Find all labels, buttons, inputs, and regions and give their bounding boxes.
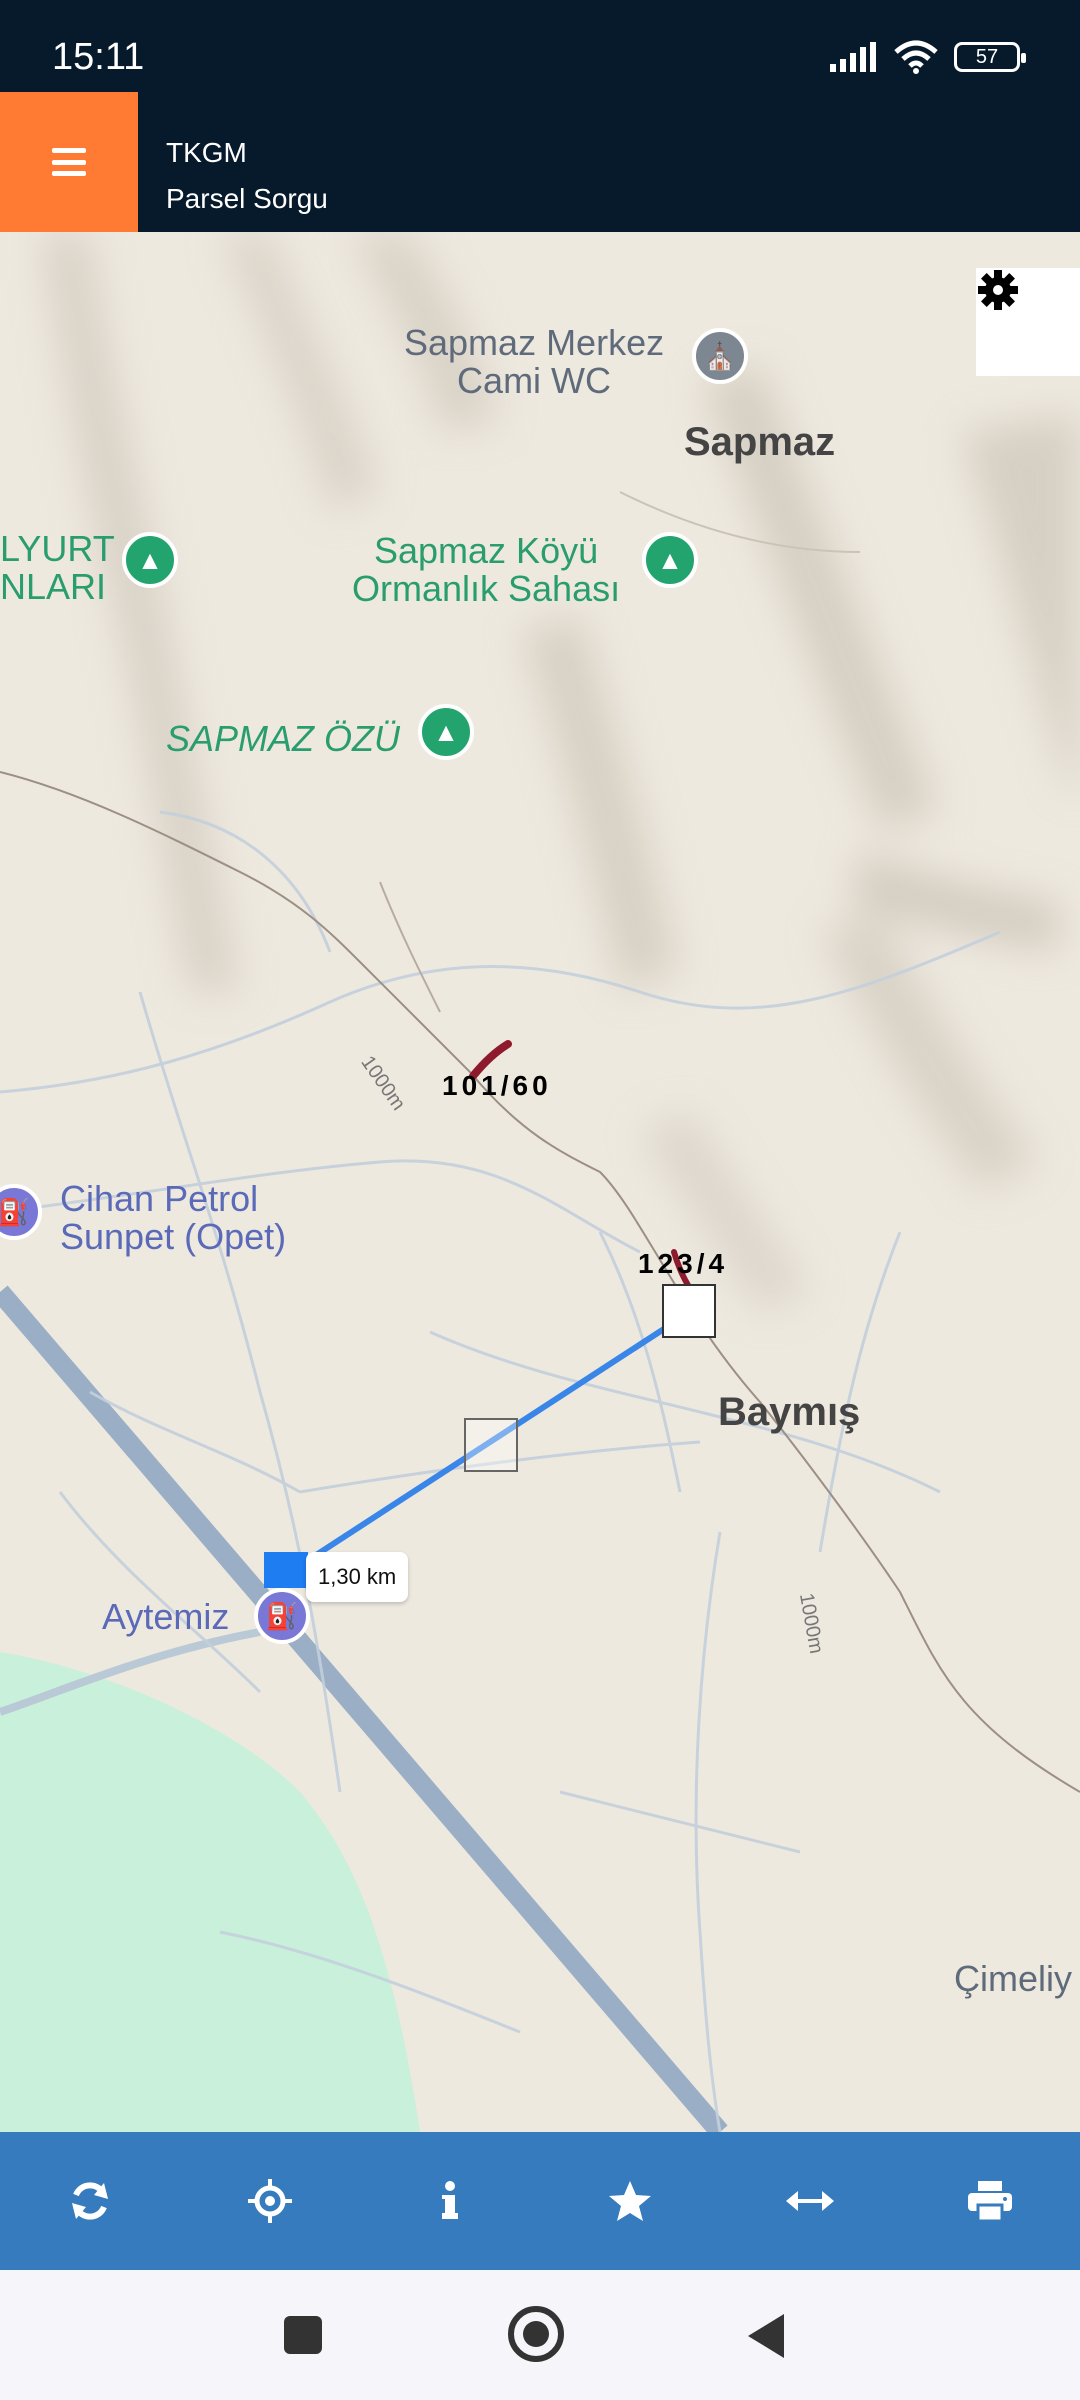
bottom-toolbar [0, 2132, 1080, 2270]
refresh-button[interactable] [45, 2156, 135, 2246]
map-view[interactable]: Sapmaz Merkez Cami WC ⛪ Sapmaz LYURT NLA… [0, 232, 1080, 2132]
measure-arrows-icon [786, 2191, 834, 2211]
gear-icon [978, 270, 1018, 310]
crosshair-icon [248, 2179, 292, 2223]
measure-end-handle[interactable] [662, 1284, 716, 1338]
map-label-cimeliy: Çimeliy [954, 1958, 1073, 1999]
measure-start-marker[interactable] [264, 1552, 308, 1588]
battery-icon: 57 [954, 42, 1026, 72]
header-title: TKGM [166, 137, 247, 168]
system-nav-bar [0, 2270, 1080, 2400]
refresh-icon [72, 2182, 108, 2220]
map-label-cihan-petrol: Cihan Petrol Sunpet (Opet) [60, 1178, 287, 1257]
favorite-button[interactable] [585, 2156, 675, 2246]
star-icon [609, 2181, 651, 2221]
tree-icon: ▲ [642, 532, 698, 588]
status-time: 15:11 [52, 36, 145, 78]
map-label-baymis: Baymış [718, 1390, 861, 1434]
measure-button[interactable] [765, 2156, 855, 2246]
locate-button[interactable] [225, 2156, 315, 2246]
wifi-icon [894, 40, 938, 74]
menu-button[interactable] [0, 92, 138, 232]
signal-icon [830, 42, 876, 72]
parcel-label[interactable]: 123/4 [638, 1248, 728, 1280]
status-icons: 57 [830, 40, 1026, 74]
hamburger-icon [52, 148, 86, 176]
map-label-sapmaz-koyu: Sapmaz Köyü Ormanlık Sahası [352, 530, 621, 609]
fuel-station-icon: ⛽ [254, 1588, 310, 1644]
map-label-sapmaz-cami: Sapmaz Merkez Cami WC [404, 322, 665, 401]
info-button[interactable] [405, 2156, 495, 2246]
map-label-aytemiz: Aytemiz [102, 1596, 230, 1637]
settings-button[interactable] [976, 268, 1080, 376]
header-text: TKGM Parsel Sorgu [166, 130, 328, 222]
info-icon [442, 2181, 458, 2219]
tree-icon: ▲ [418, 704, 474, 760]
app-header: TKGM Parsel Sorgu [0, 92, 1080, 232]
header-subtitle: Parsel Sorgu [166, 183, 328, 214]
back-button[interactable] [748, 2314, 784, 2358]
mosque-icon: ⛪ [692, 328, 748, 384]
distance-tooltip: 1,30 km [306, 1552, 409, 1602]
map-label-lyurt: LYURT NLARI [0, 528, 115, 607]
tree-icon: ▲ [122, 532, 178, 588]
home-button[interactable] [508, 2306, 564, 2362]
parcel-label[interactable]: 101/60 [442, 1070, 552, 1102]
status-bar: 15:11 57 [0, 0, 1080, 92]
measure-midpoint-handle[interactable] [464, 1418, 518, 1472]
map-label-sapmaz: Sapmaz [684, 420, 836, 464]
print-icon [968, 2181, 1012, 2221]
print-button[interactable] [945, 2156, 1035, 2246]
map-label-sapmaz-ozu: SAPMAZ ÖZÜ [166, 718, 401, 759]
recents-button[interactable] [284, 2316, 322, 2354]
